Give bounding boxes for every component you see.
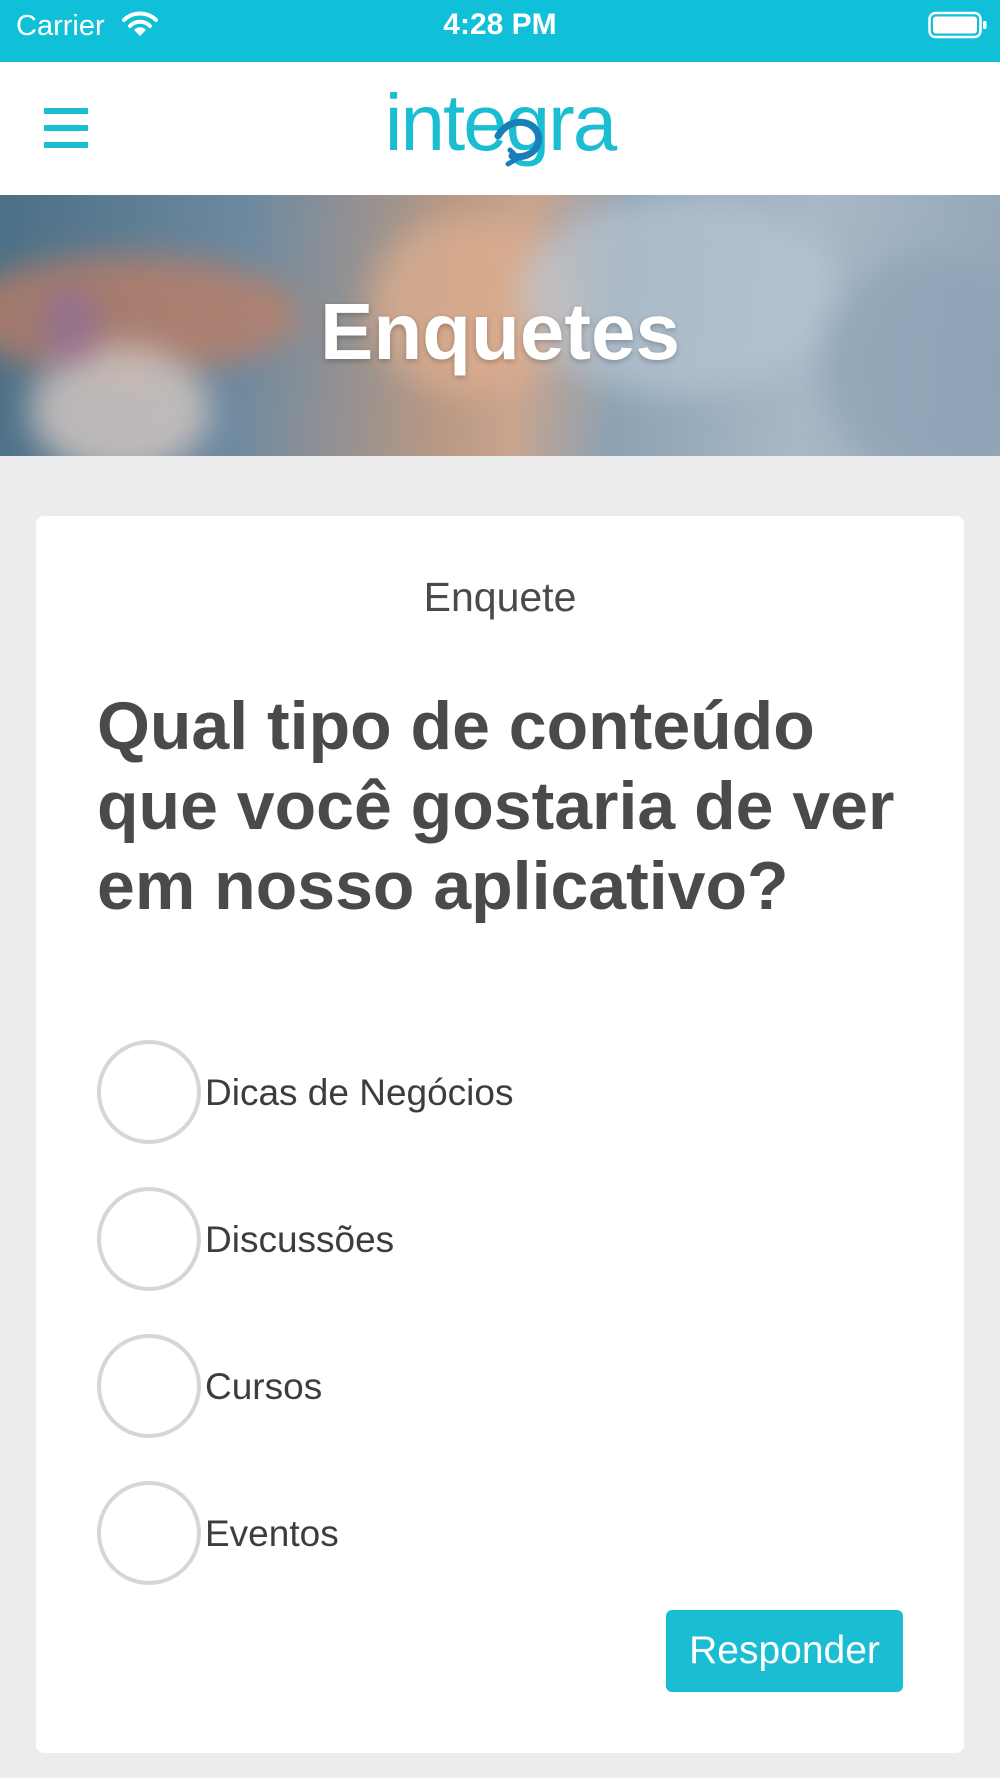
status-time: 4:28 PM [443,8,557,41]
submit-button[interactable]: Responder [666,1610,903,1692]
integra-logo: integra [385,78,620,167]
poll-label: Enquete [423,574,577,620]
poll-question: Qual tipo de conteúdo que você gostaria … [97,688,895,924]
hero-banner: Enquetes [0,195,1000,456]
battery-icon [928,11,987,39]
status-bar: Carrier 4:28 PM [0,0,1000,62]
page-title: Enquetes [319,287,681,376]
poll-option-discussoes[interactable]: Discussões [97,1187,897,1291]
radio-button[interactable] [97,1334,201,1438]
option-label: Dicas de Negócios [205,1072,514,1113]
radio-button[interactable] [97,1481,201,1585]
poll-option-dicas-de-negocios[interactable]: Dicas de Negócios [97,1040,897,1144]
option-label: Discussões [205,1219,395,1260]
poll-option-eventos[interactable]: Eventos [97,1481,897,1585]
nav-bar: integra [0,62,1000,195]
radio-button[interactable] [97,1187,201,1291]
hamburger-menu-icon[interactable] [44,108,88,148]
poll-option-cursos[interactable]: Cursos [97,1334,897,1438]
radio-button[interactable] [97,1040,201,1144]
logo-text: integra [385,78,618,167]
poll-card: Enquete Qual tipo de conteúdo que você g… [36,516,964,1753]
option-label: Cursos [205,1366,323,1407]
option-label: Eventos [205,1513,339,1554]
